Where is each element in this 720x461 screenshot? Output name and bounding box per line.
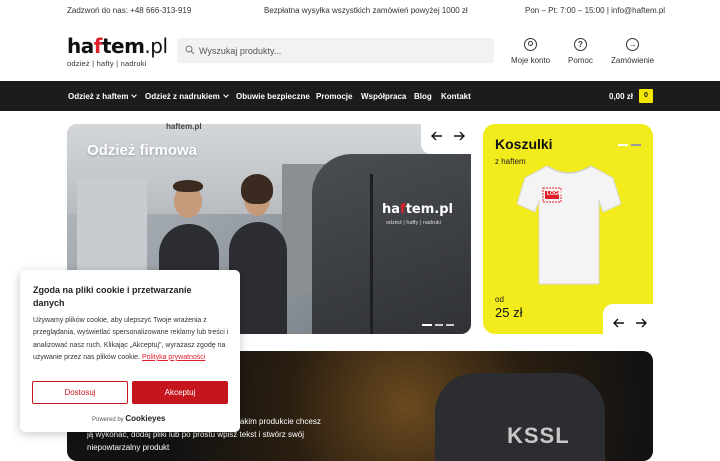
powered-by: Powered by Cookieyes <box>92 414 166 423</box>
nav-blog[interactable]: Blog <box>414 92 432 101</box>
arrow-right-icon[interactable] <box>453 131 465 141</box>
phone-text: Zadzwoń do nas: +48 666-313-919 <box>67 6 192 15</box>
hours-email[interactable]: Pon – Pt: 7:00 – 15:00 | info@haftem.pl <box>525 6 665 15</box>
price-from-label: od <box>495 295 504 304</box>
site-header: haftem.pl odzież | hafty | nadruki Moje … <box>0 20 720 81</box>
privacy-policy-link[interactable]: Polityka prywatności <box>142 354 205 361</box>
account-link[interactable]: Moje konto <box>511 38 550 65</box>
chevron-down-icon <box>222 92 229 98</box>
user-icon <box>524 38 538 51</box>
cookie-consent-dialog: Zgoda na pliki cookie i przetwarzanie da… <box>20 270 240 432</box>
top-info-bar: Zadzwoń do nas: +48 666-313-919 Bezpłatn… <box>0 0 720 20</box>
shipping-info: Bezpłatna wysyłka wszystkich zamówień po… <box>264 6 468 15</box>
customize-button[interactable]: Dostosuj <box>32 381 128 404</box>
promo-card[interactable]: Koszulki z haftem LOGO od 25 zł <box>483 124 653 334</box>
promo-title: Koszulki <box>495 136 553 152</box>
tshirt-image <box>517 165 621 285</box>
search-icon <box>185 45 195 55</box>
order-link[interactable]: → Zamówienie <box>611 38 654 65</box>
cookie-title: Zgoda na pliki cookie i przetwarzanie da… <box>33 285 192 308</box>
cart-total[interactable]: 0,00 zł <box>609 92 633 101</box>
hero-jacket: haftem.pl odzież | hafty | nadruki <box>312 154 471 334</box>
arrow-left-icon[interactable] <box>613 318 625 328</box>
nav-contact[interactable]: Kontakt <box>441 92 471 101</box>
nav-cooperation[interactable]: Współpraca <box>361 92 406 101</box>
accept-button[interactable]: Akceptuj <box>132 381 228 404</box>
logo[interactable]: haftem.pl odzież | hafty | nadruki <box>67 34 168 68</box>
hero-title: Odzież firmowa <box>87 142 198 159</box>
help-link[interactable]: ? Pomoc <box>568 38 593 65</box>
search-box[interactable] <box>177 38 494 63</box>
shirt-print: KSSL <box>507 423 570 448</box>
arrow-right-icon: → <box>626 38 640 51</box>
hero-slide-dots[interactable] <box>422 316 457 334</box>
cart-count-badge[interactable]: 0 <box>639 89 653 103</box>
main-nav: Odzież z haftem Odzież z nadrukiem Obuwi… <box>0 81 720 111</box>
nav-safety-shoes[interactable]: Obuwie bezpieczne <box>236 92 310 101</box>
arrow-right-icon[interactable] <box>635 318 647 328</box>
nav-printed[interactable]: Odzież z nadrukiem <box>145 92 229 101</box>
cookie-body: Używamy plików cookie, aby ulepszyć Twoj… <box>33 317 229 361</box>
search-input[interactable] <box>199 42 479 59</box>
promo-price: 25 zł <box>495 305 523 320</box>
logo-badge: LOGO <box>547 191 562 197</box>
help-icon: ? <box>573 38 587 51</box>
arrow-left-icon[interactable] <box>431 131 443 141</box>
nav-embroidered[interactable]: Odzież z haftem <box>68 92 138 101</box>
hero-wall-logo: haftem.pl <box>166 122 202 131</box>
logo-tagline: odzież | hafty | nadruki <box>67 59 147 68</box>
nav-promotions[interactable]: Promocje <box>316 92 352 101</box>
chevron-down-icon <box>131 92 138 98</box>
promo-slide-dots[interactable] <box>618 136 644 154</box>
